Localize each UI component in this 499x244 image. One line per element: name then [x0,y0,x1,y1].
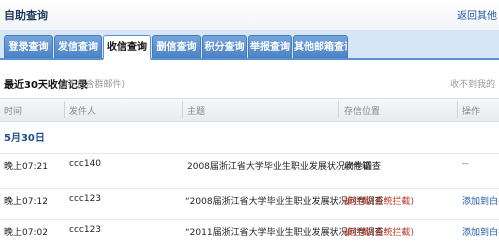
column-action: 操作 [462,107,481,117]
tab-receive-query[interactable]: 收信查询 [103,35,151,60]
tab-report-query[interactable]: 举报查询 [248,35,292,58]
column-sender: 发件人 [69,107,97,117]
date-group-label: 5月30日 [4,133,45,144]
table-row[interactable]: 晚上07:02 ccc123 “2011届浙江省大学毕业生职业发展状况问卷调查”… [0,219,499,242]
tab-bar: 登录查询 发信查询 收信查询 删信查询 积分查询 举报查询 其他邮箱查询 [0,30,499,60]
add-to-whitelist-link[interactable]: 添加到白名单 [462,225,499,238]
tab-delete-query[interactable]: 删信查询 [152,35,201,58]
table-row[interactable]: 晚上07:12 ccc123 “2008届浙江省大学毕业生职业发展状况问卷调查”… [0,188,499,211]
row-location: 收件箱 [344,162,372,172]
row-time: 晚上07:12 [4,197,48,207]
row-time: 晚上07:02 [4,228,48,238]
column-divider [338,101,339,118]
row-sender: ccc123 [69,225,102,235]
column-subject: 主题 [187,107,206,117]
row-action: -- [462,159,469,169]
tab-points-query[interactable]: 积分查询 [202,35,247,58]
table-row[interactable]: 晚上07:21 ccc140 2008届浙江省大学毕业生职业发展状况问卷调查 收… [0,153,499,176]
page-title: 自助查询 [4,9,48,22]
row-location: 被拦截(系统拦截) [344,228,415,238]
row-sender: ccc140 [69,159,102,169]
table-header: 时间 发件人 主题 存信位置 操作 [0,98,499,122]
tab-other-mailbox-query[interactable]: 其他邮箱查询 [293,35,348,58]
column-divider [182,101,183,118]
column-location: 存信位置 [344,107,381,117]
top-link[interactable]: 返回其他 [457,7,497,22]
section-subtitle: (不包含群邮件) [64,80,126,90]
row-time: 晚上07:21 [4,162,48,172]
section-right-link[interactable]: 收不到我的 [450,77,495,90]
row-sender: ccc123 [69,194,102,204]
add-to-whitelist-link[interactable]: 添加到白名单 [462,194,499,207]
tab-login-query[interactable]: 登录查询 [4,35,53,58]
tab-send-query[interactable]: 发信查询 [54,35,102,58]
column-divider [457,101,458,118]
column-time: 时间 [4,107,23,117]
section-header: 最近30天收信记录 (不包含群邮件) 收不到我的 [0,72,499,92]
row-location: 被拦截(系统拦截) [344,197,415,207]
column-divider [64,101,65,118]
app-header: 自助查询 返回其他 [0,0,499,30]
